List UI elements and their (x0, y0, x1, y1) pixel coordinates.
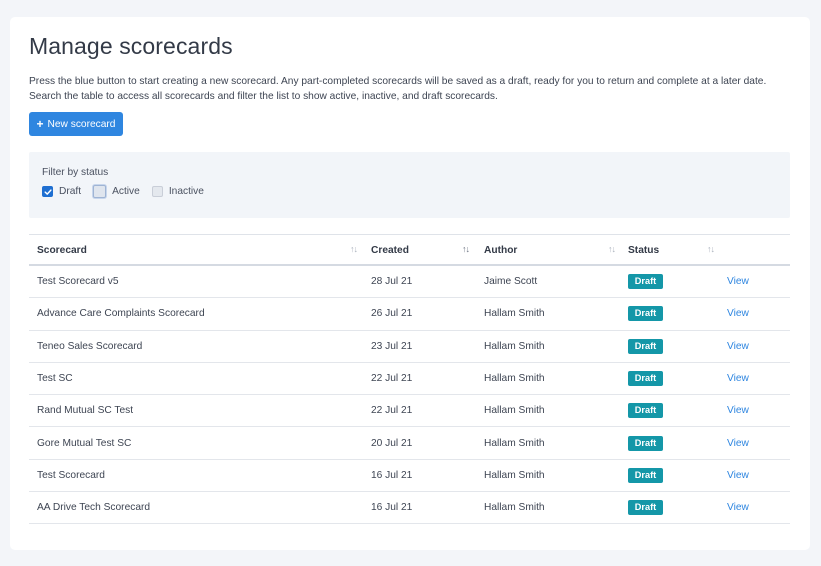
created-date-cell: 28 Jul 21 (371, 276, 413, 288)
new-scorecard-button[interactable]: + New scorecard (29, 112, 123, 136)
scorecard-name-cell: Test Scorecard (37, 469, 105, 481)
status-badge: Draft (628, 435, 663, 451)
action-cell: View (727, 266, 749, 297)
action-cell: View (727, 331, 749, 362)
action-cell: View (727, 427, 749, 458)
scorecard-name-cell: Test Scorecard v5 (37, 276, 119, 288)
table-row: Test Scorecard 16 Jul 21 Hallam Smith Draft… (29, 460, 790, 493)
inactive-checkbox[interactable] (151, 186, 163, 197)
draft-checkbox[interactable] (42, 186, 53, 197)
check-icon (43, 188, 52, 195)
filter-panel: Filter by status Draft Active Inactive (29, 152, 790, 218)
action-cell: View (727, 460, 749, 491)
sort-arrows-icon[interactable]: ↑↓ (608, 244, 616, 254)
new-scorecard-label: New scorecard (47, 118, 116, 130)
author-cell: Hallam Smith (484, 308, 545, 320)
status-cell: Draft (628, 492, 663, 523)
created-date-cell: 22 Jul 21 (371, 373, 413, 385)
author-cell: Hallam Smith (484, 502, 545, 514)
author-cell: Jaime Scott (484, 276, 538, 288)
table-row: Rand Mutual SC Test 22 Jul 21 Hallam Smith… (29, 395, 790, 428)
sort-arrows-icon[interactable]: ↑↓ (462, 244, 470, 254)
author-cell: Hallam Smith (484, 373, 545, 385)
action-cell: View (727, 363, 749, 394)
intro-text: Press the blue button to start creating … (29, 76, 767, 102)
created-date-cell: 16 Jul 21 (371, 469, 413, 481)
status-badge: Draft (628, 338, 663, 354)
table-row: Teneo Sales Scorecard 23 Jul 21 Hallam Smi… (29, 331, 790, 363)
status-cell: Draft (628, 363, 663, 394)
active-checkbox[interactable] (93, 185, 107, 198)
view-link[interactable]: View (727, 308, 749, 319)
status-badge: Draft (628, 403, 663, 419)
scorecard-name-cell: Teneo Sales Scorecard (37, 340, 143, 352)
action-cell: View (727, 298, 749, 329)
table-header: Scorecard ↑↓ Created ↑↓ Author ↑↓ Status… (29, 234, 790, 266)
scorecards-table: Scorecard ↑↓ Created ↑↓ Author ↑↓ Status… (29, 234, 790, 525)
status-badge: Draft (628, 500, 663, 516)
status-badge: Draft (628, 467, 663, 483)
view-link[interactable]: View (727, 470, 749, 481)
view-link[interactable]: View (727, 341, 749, 352)
header-created[interactable]: Created (371, 235, 409, 265)
scorecard-name-cell: Advance Care Complaints Scorecard (37, 308, 205, 320)
view-link[interactable]: View (727, 405, 749, 416)
table-row: AA Drive Tech Scorecard 16 Jul 21 Hallam S… (29, 492, 790, 525)
status-badge: Draft (628, 306, 663, 322)
view-link[interactable]: View (727, 438, 749, 449)
status-badge: Draft (628, 274, 663, 290)
author-cell: Hallam Smith (484, 340, 545, 352)
table-row: Gore Mutual Test SC 20 Jul 21 Hallam Smith… (29, 427, 790, 460)
created-date-cell: 20 Jul 21 (371, 437, 413, 449)
page-title: Manage scorecards (29, 33, 233, 59)
header-status[interactable]: Status (628, 235, 659, 265)
action-cell: View (727, 395, 749, 426)
status-cell: Draft (628, 298, 663, 329)
created-date-cell: 23 Jul 21 (371, 340, 413, 352)
draft-label: Draft (59, 186, 82, 197)
main-card: Manage scorecards Press the blue button … (10, 17, 810, 550)
status-cell: Draft (628, 460, 663, 491)
scorecard-name-cell: AA Drive Tech Scorecard (37, 502, 151, 514)
table-row: Advance Care Complaints Scorecard 26 Jul … (29, 298, 790, 331)
active-label: Active (112, 186, 140, 197)
header-scorecard[interactable]: Scorecard (37, 235, 87, 265)
author-cell: Hallam Smith (484, 405, 545, 417)
author-cell: Hallam Smith (484, 437, 545, 449)
status-cell: Draft (628, 331, 663, 362)
table-row: Test SC 22 Jul 21 Hallam Smith Draft View (29, 363, 790, 396)
filter-active[interactable]: Active (93, 185, 140, 198)
view-link[interactable]: View (727, 373, 749, 384)
scorecard-name-cell: Gore Mutual Test SC (37, 437, 132, 449)
scorecard-name-cell: Test SC (37, 373, 73, 385)
view-link[interactable]: View (727, 276, 749, 287)
status-cell: Draft (628, 266, 663, 297)
author-cell: Hallam Smith (484, 469, 545, 481)
status-cell: Draft (628, 427, 663, 458)
inactive-label: Inactive (168, 186, 204, 197)
filter-draft[interactable]: Draft (42, 186, 81, 197)
plus-icon: + (36, 117, 44, 131)
header-author[interactable]: Author (484, 235, 517, 265)
filter-inactive[interactable]: Inactive (151, 186, 204, 197)
filter-options: Draft Active Inactive (42, 185, 216, 198)
sort-arrows-icon[interactable]: ↑↓ (350, 244, 358, 254)
status-badge: Draft (628, 371, 663, 387)
created-date-cell: 22 Jul 21 (371, 405, 413, 417)
sort-arrows-icon[interactable]: ↑↓ (707, 244, 715, 254)
table-body: Test Scorecard v5 28 Jul 21 Jaime Scott Dra… (29, 266, 790, 525)
table-row: Test Scorecard v5 28 Jul 21 Jaime Scott Dra… (29, 266, 790, 299)
status-cell: Draft (628, 395, 663, 426)
created-date-cell: 26 Jul 21 (371, 308, 413, 320)
view-link[interactable]: View (727, 502, 749, 513)
action-cell: View (727, 492, 749, 523)
scorecard-name-cell: Rand Mutual SC Test (37, 405, 134, 417)
filter-title: Filter by status (42, 167, 109, 178)
created-date-cell: 16 Jul 21 (371, 502, 413, 514)
